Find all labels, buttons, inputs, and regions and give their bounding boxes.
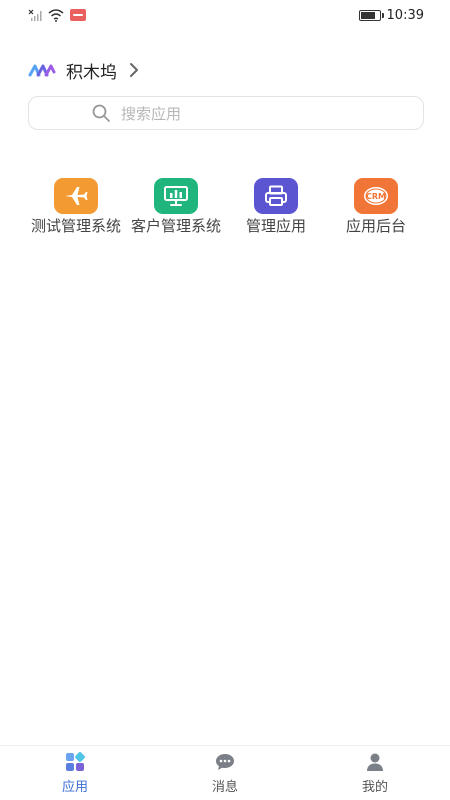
wifi-icon	[48, 9, 64, 22]
app-label: 应用后台	[345, 217, 406, 235]
nav-label: 我的	[361, 780, 388, 795]
chevron-right-icon	[130, 63, 138, 77]
search-placeholder: 搜索应用	[121, 104, 182, 123]
org-logo-icon	[28, 64, 56, 77]
battery-icon	[358, 9, 384, 21]
search-bar[interactable]: 搜索应用	[28, 96, 424, 130]
app-label: 客户管理系统	[130, 217, 221, 235]
person-icon	[367, 753, 383, 771]
crm-icon: CRM	[354, 178, 398, 214]
org-name: 积木坞	[66, 62, 117, 83]
status-bar: 10:39	[0, 0, 450, 30]
nav-item-profile[interactable]: 我的	[300, 746, 450, 800]
app-item-test-management[interactable]: 测试管理系统	[26, 178, 126, 237]
search-icon	[92, 104, 110, 122]
notification-badge-icon	[70, 9, 86, 21]
app-item-management-apps[interactable]: 管理应用	[226, 178, 326, 237]
signal-icon	[28, 9, 42, 21]
bottom-nav: 应用 消息 我的	[0, 745, 450, 800]
status-time: 10:39	[386, 7, 424, 23]
app-label: 测试管理系统	[30, 217, 121, 235]
nav-label: 应用	[61, 780, 88, 795]
app-grid: 测试管理系统 客户管理系统 管理应用 CRM 应用后台	[26, 178, 426, 237]
app-item-customer-management[interactable]: 客户管理系统	[126, 178, 226, 237]
crm-badge-text: CRM	[366, 191, 386, 201]
nav-label: 消息	[211, 780, 238, 795]
apps-grid-icon	[66, 752, 85, 771]
airplane-icon	[54, 178, 98, 214]
status-icons-right: 10:39	[358, 7, 424, 23]
app-item-app-backend[interactable]: CRM 应用后台	[326, 178, 426, 237]
chat-bubble-icon	[216, 754, 234, 770]
status-icons-left	[28, 8, 86, 22]
org-switcher[interactable]: 积木坞	[28, 58, 141, 83]
nav-item-apps[interactable]: 应用	[0, 746, 150, 800]
monitor-chart-icon	[154, 178, 198, 214]
nav-item-messages[interactable]: 消息	[150, 746, 300, 800]
printer-icon	[254, 178, 298, 214]
app-label: 管理应用	[245, 217, 306, 235]
